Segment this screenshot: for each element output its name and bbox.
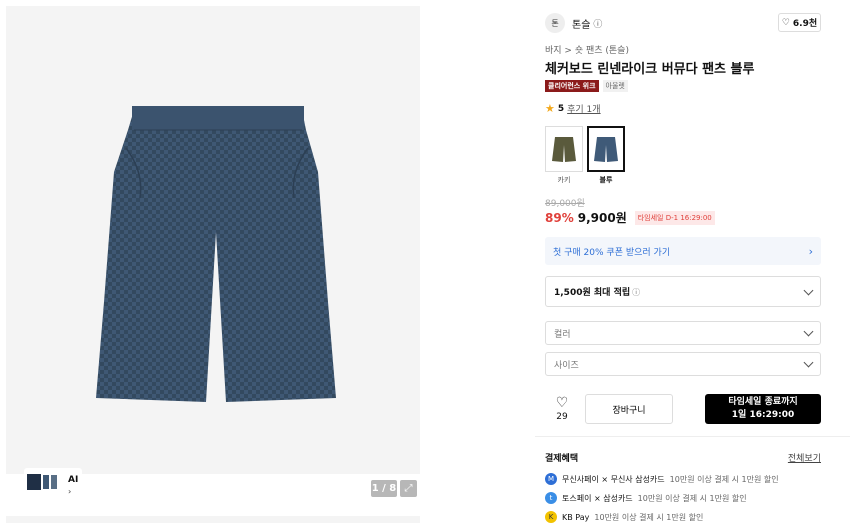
product-image <box>96 106 336 402</box>
product-title: 체커보드 린넨라이크 버뮤다 팬츠 블루 <box>545 62 755 77</box>
buy-button-line1: 타임세일 종료까지 <box>728 397 798 407</box>
swatch-label: 블루 <box>599 176 613 184</box>
wishlist-button[interactable]: ♡ 29 <box>545 396 579 422</box>
clearance-badge: 클리어런스 위크 <box>545 80 599 92</box>
buy-button-line2: 1일 16:29:00 <box>731 410 795 420</box>
benefit-partner: KB Pay <box>562 512 590 522</box>
ai-label: AI <box>68 475 79 485</box>
benefits-title: 결제혜택 <box>545 454 579 464</box>
benefit-item: t 토스페이 × 삼성카드 10만원 이상 결제 시 1만원 할인 <box>545 492 747 504</box>
product-info-panel: 톤 톤슬 ⓘ ♡ 6.9천 바지 > 숏 팬츠 (톤슬) 체커보드 린넨라이크 … <box>535 0 850 523</box>
benefit-detail: 10만원 이상 결제 시 1만원 할인 <box>637 493 747 503</box>
toss-pay-icon: t <box>545 492 557 504</box>
points-text: 1,500원 최대 적립 ⓘ <box>554 285 640 298</box>
benefit-partner: 토스페이 × 삼성카드 <box>562 493 633 503</box>
points-accordion[interactable]: 1,500원 최대 적립 ⓘ <box>545 276 821 307</box>
chevron-down-icon <box>803 285 814 295</box>
original-price: 89,000원 <box>545 199 585 209</box>
coupon-banner[interactable]: 첫 구매 20% 쿠폰 받으러 가기 › <box>545 237 821 265</box>
rating-value: 5 <box>557 103 565 114</box>
wishlist-count: 29 <box>556 412 568 422</box>
star-icon: ★ <box>545 102 555 115</box>
benefit-detail: 10만원 이상 결제 시 1만원 할인 <box>594 512 704 522</box>
benefit-item: M 무신사페이 × 무신사 삼성카드 10만원 이상 결제 시 1만원 할인 <box>545 473 779 485</box>
product-gallery[interactable]: 1 / 8 ⤢ AI › <box>6 6 420 497</box>
khaki-shorts-thumb <box>552 137 576 162</box>
benefit-detail: 10만원 이상 결제 시 1만원 할인 <box>669 474 779 484</box>
size-select[interactable]: 사이즈 <box>545 352 821 376</box>
heart-icon: ♡ <box>781 17 790 28</box>
color-select[interactable]: 컬러 <box>545 321 821 345</box>
buy-now-button[interactable]: 타임세일 종료까지 1일 16:29:00 <box>705 394 821 424</box>
musinsa-pay-icon: M <box>545 473 557 485</box>
chevron-down-icon <box>803 357 814 368</box>
price-row: 89% 9,900원 타임세일 D-1 16:29:00 <box>545 209 715 226</box>
gallery-bottom-strip <box>6 516 420 523</box>
expand-icon[interactable]: ⤢ <box>400 480 417 497</box>
chevron-right-icon: › <box>808 244 813 258</box>
product-page: 1 / 8 ⤢ AI › 톤 톤슬 ⓘ ♡ 6.9천 바지 > 숏 팬츠 (톤슬… <box>0 0 850 523</box>
swatch-blue[interactable]: 블루 <box>587 126 625 185</box>
kb-pay-icon: K <box>545 511 557 523</box>
chevron-down-icon <box>803 326 814 337</box>
size-select-label: 사이즈 <box>554 360 579 371</box>
action-bar: ♡ 29 장바구니 타임세일 종료까지 1일 16:29:00 <box>545 393 821 425</box>
brand-like-count: 6.9천 <box>792 19 818 29</box>
ai-thumbnail-button[interactable]: AI › <box>24 468 82 496</box>
discount-rate: 89% <box>545 210 574 225</box>
swatch-khaki[interactable]: 카키 <box>545 126 583 185</box>
divider <box>535 436 850 437</box>
benefit-item: K KB Pay 10만원 이상 결제 시 1만원 할인 <box>545 511 703 523</box>
swatch-label: 카키 <box>557 176 571 184</box>
info-icon[interactable]: ⓘ <box>632 288 640 297</box>
chevron-right-icon: › <box>68 487 72 496</box>
coupon-text: 첫 구매 20% 쿠폰 받으러 가기 <box>553 247 671 258</box>
add-to-cart-button[interactable]: 장바구니 <box>585 394 673 424</box>
rating-row: ★ 5 후기 1개 <box>545 102 601 115</box>
color-select-label: 컬러 <box>554 329 571 340</box>
benefit-partner: 무신사페이 × 무신사 삼성카드 <box>562 474 665 484</box>
image-pager: 1 / 8 <box>371 480 397 497</box>
points-label: 1,500원 최대 적립 <box>554 288 631 298</box>
heart-icon: ♡ <box>555 395 569 411</box>
breadcrumb[interactable]: 바지 > 숏 팬츠 (톤슬) <box>545 43 629 56</box>
review-link[interactable]: 후기 1개 <box>567 102 600 115</box>
info-icon[interactable]: ⓘ <box>593 17 602 30</box>
sale-price: 9,900원 <box>577 211 627 225</box>
blue-shorts-thumb <box>594 137 618 162</box>
brand-logo[interactable]: 톤 <box>545 13 565 33</box>
outlet-badge: 아울렛 <box>602 80 628 92</box>
timesale-badge: 타임세일 D-1 16:29:00 <box>634 210 715 225</box>
benefits-header: 결제혜택 전체보기 <box>545 451 821 464</box>
view-all-link[interactable]: 전체보기 <box>788 451 821 464</box>
brand-name[interactable]: 톤슬 <box>572 16 590 31</box>
badge-row: 클리어런스 위크 아울렛 <box>545 80 628 92</box>
thumbnail-strip <box>27 474 57 490</box>
brand-like-button[interactable]: ♡ 6.9천 <box>778 13 821 32</box>
color-swatches: 카키 블루 <box>545 126 625 185</box>
